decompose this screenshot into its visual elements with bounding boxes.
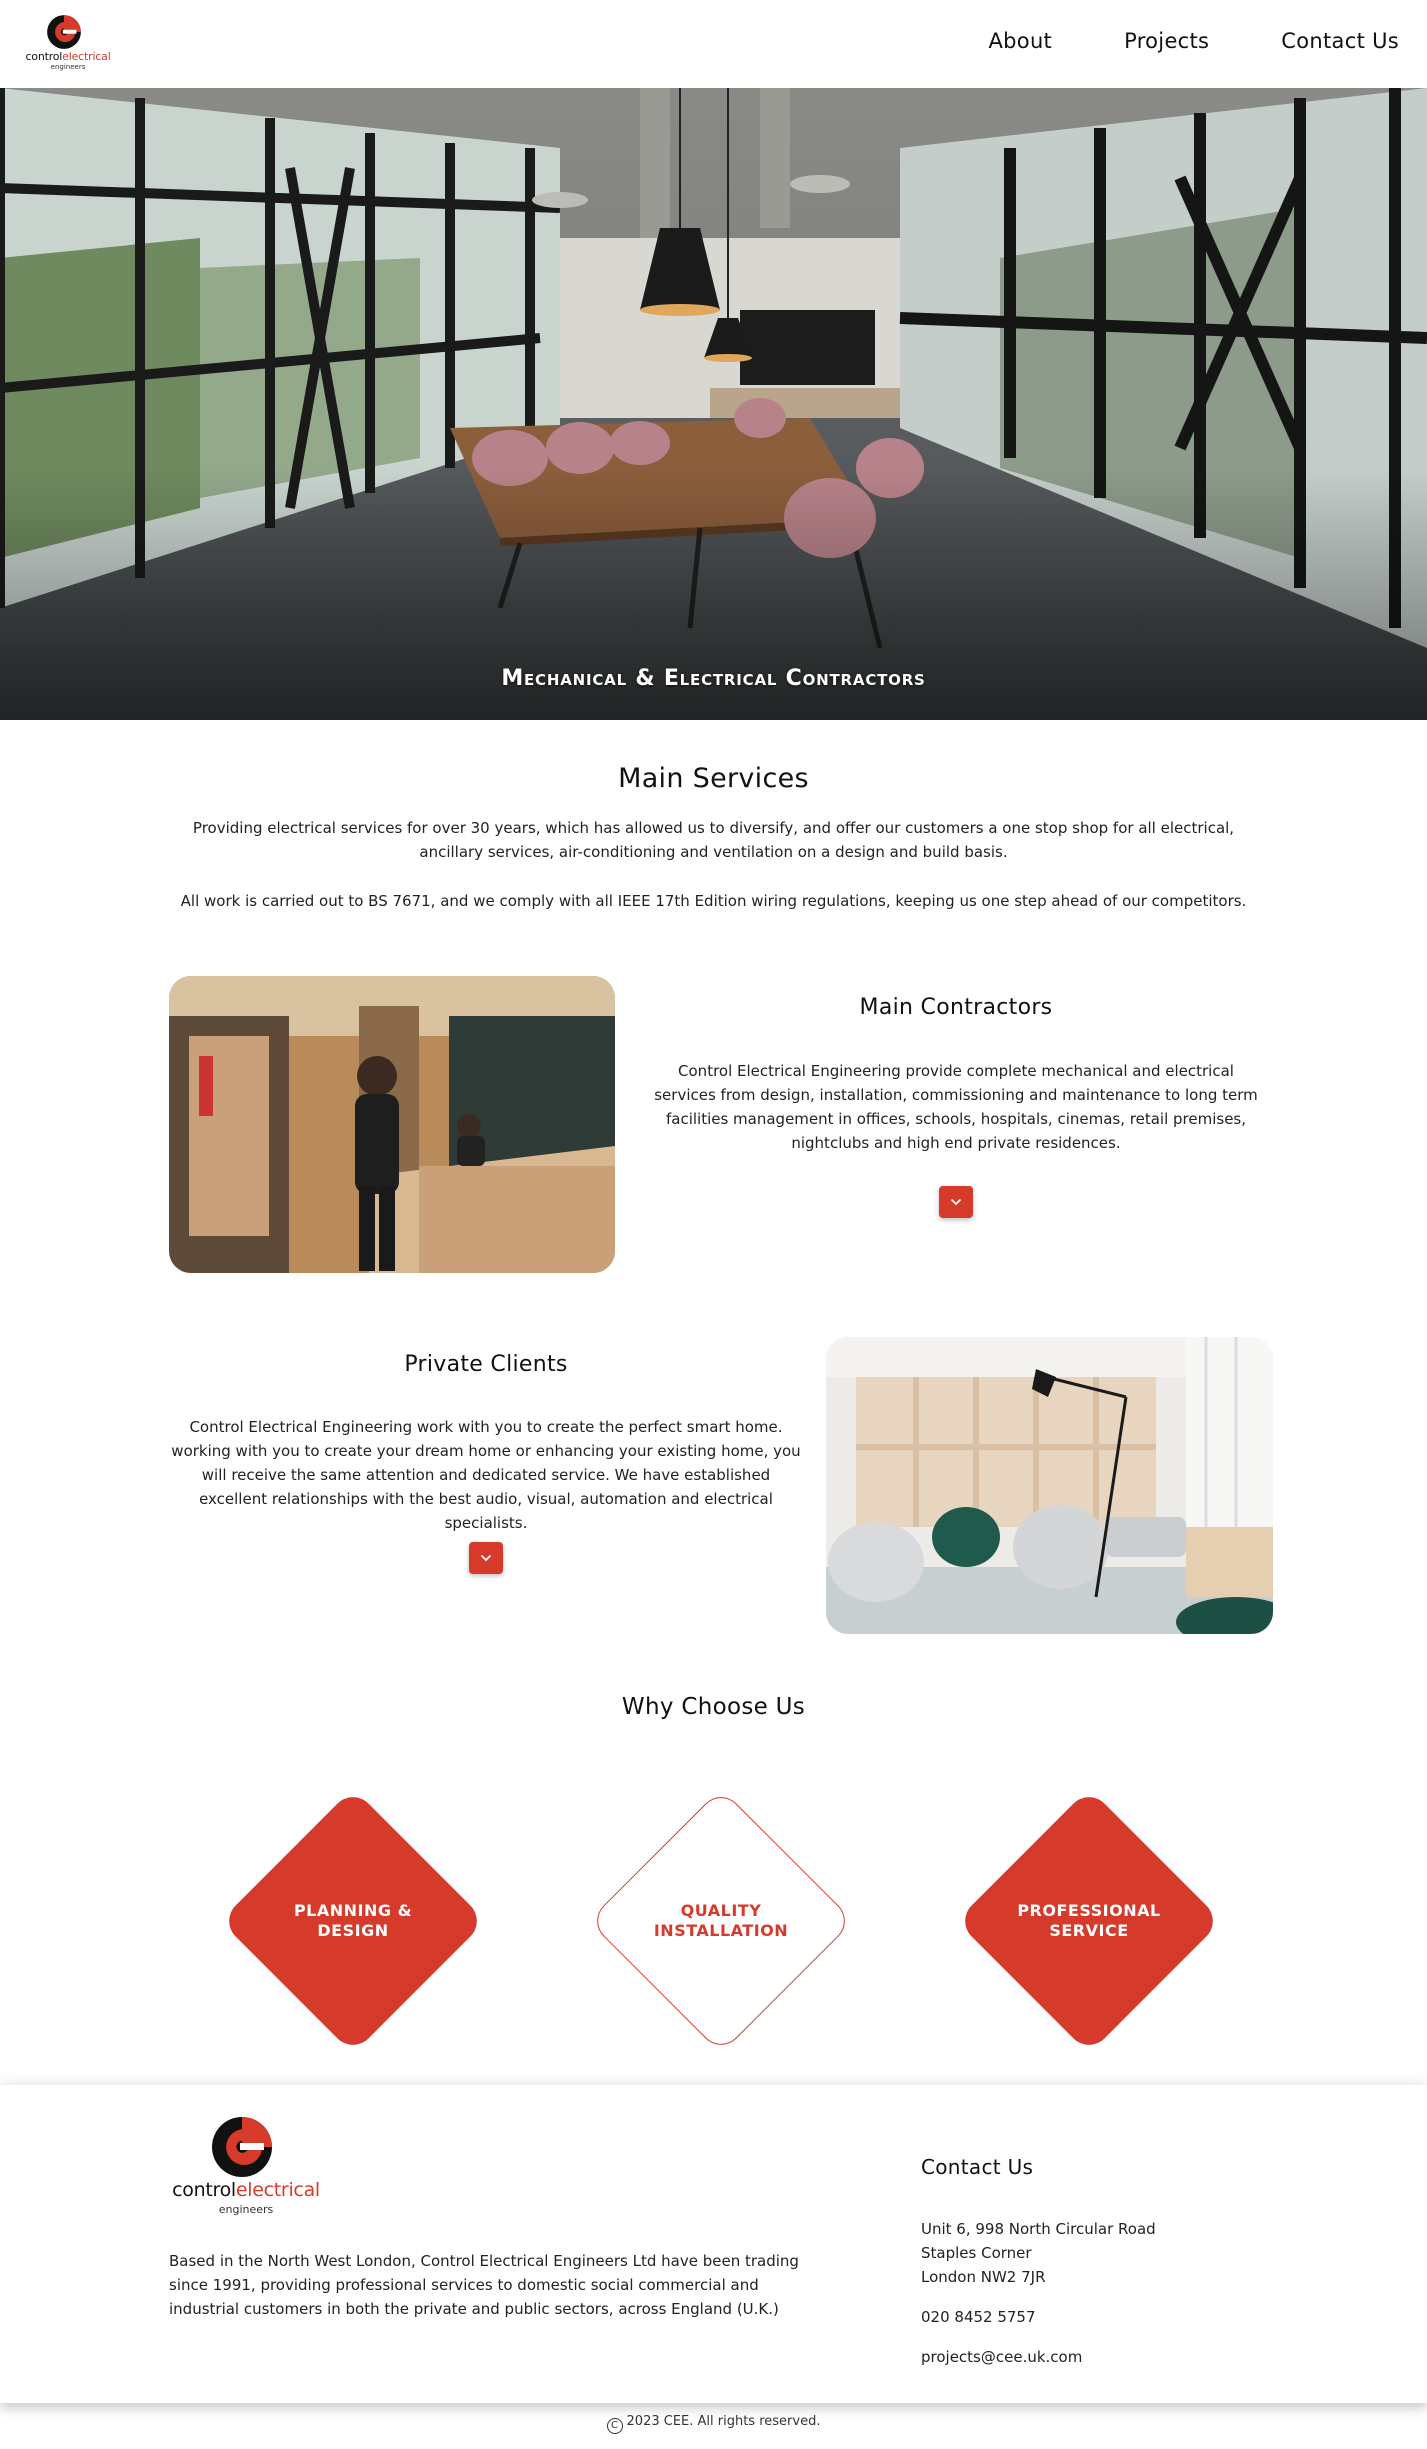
site-header: controlelectrical engineers About Projec… — [0, 0, 1427, 88]
footer-logo-tagline: engineers — [218, 2203, 274, 2216]
site-logo[interactable]: controlelectrical engineers — [22, 14, 114, 72]
footer-phone[interactable]: 020 8452 5757 — [921, 2305, 1036, 2329]
why-item-professional-service: PROFESSIONAL SERVICE — [953, 1785, 1225, 2057]
footer-about-text: Based in the North West London, Control … — [169, 2252, 799, 2318]
nav-projects[interactable]: Projects — [1072, 26, 1229, 56]
main-contractors-photo — [169, 976, 615, 1273]
main-nav: About Projects Contact Us — [989, 26, 1420, 56]
footer-logo-wordmark: controlelectrical — [172, 2179, 320, 2201]
private-clients-photo — [826, 1337, 1273, 1634]
logo-wordmark: controlelectrical — [25, 50, 111, 63]
footer-logo[interactable]: controlelectrical engineers — [168, 2115, 324, 2216]
footer-address-line-2: Staples Corner — [921, 2244, 1032, 2262]
why-choose-us-title: Why Choose Us — [621, 1694, 806, 1720]
why-item-planning-design: PLANNING & DESIGN — [217, 1785, 489, 2057]
chevron-down-icon — [480, 1554, 492, 1562]
copyright-icon: C — [606, 2418, 623, 2434]
private-clients-expand-button[interactable] — [469, 1542, 503, 1574]
logo-mark-icon — [212, 2117, 272, 2177]
main-contractors-title: Main Contractors — [859, 995, 1053, 1020]
main-services-title: Main Services — [618, 763, 809, 794]
footer-email[interactable]: projects@cee.uk.com — [921, 2345, 1082, 2369]
chevron-down-icon — [950, 1198, 962, 1206]
nav-about[interactable]: About — [989, 26, 1073, 56]
main-services-paragraph-1: Providing electrical services for over 3… — [192, 819, 1235, 861]
site-footer: controlelectrical engineers Based in the… — [0, 2085, 1427, 2403]
nav-contact-us[interactable]: Contact Us — [1229, 26, 1419, 56]
logo-mark-icon — [47, 15, 81, 49]
footer-contact-title: Contact Us — [921, 2155, 1034, 2179]
why-item-label: PLANNING & DESIGN — [293, 1901, 413, 1940]
hero-office-image — [0, 88, 1427, 720]
copyright: C 2023 CEE. All rights reserved. — [0, 2414, 1427, 2434]
hero-banner: Mechanical & Electrical Contractors — [0, 88, 1427, 720]
main-services-paragraph-2: All work is carried out to BS 7671, and … — [180, 892, 1247, 910]
copyright-text: 2023 CEE. All rights reserved. — [626, 2414, 821, 2429]
footer-address-line-3: London NW2 7JR — [921, 2268, 1046, 2286]
hero-title: Mechanical & Electrical Contractors — [501, 666, 926, 691]
logo-tagline: engineers — [50, 63, 86, 71]
private-clients-title: Private Clients — [404, 1352, 568, 1377]
why-item-label: PROFESSIONAL SERVICE — [1017, 1901, 1161, 1940]
why-item-quality-installation: QUALITY INSTALLATION — [585, 1785, 857, 2057]
main-contractors-text: Control Electrical Engineering provide c… — [654, 1062, 1258, 1152]
main-contractors-expand-button[interactable] — [939, 1186, 973, 1218]
private-clients-text: Control Electrical Engineering work with… — [171, 1418, 801, 1532]
why-item-label: QUALITY INSTALLATION — [653, 1901, 789, 1940]
footer-address-line-1: Unit 6, 998 North Circular Road — [921, 2220, 1156, 2238]
